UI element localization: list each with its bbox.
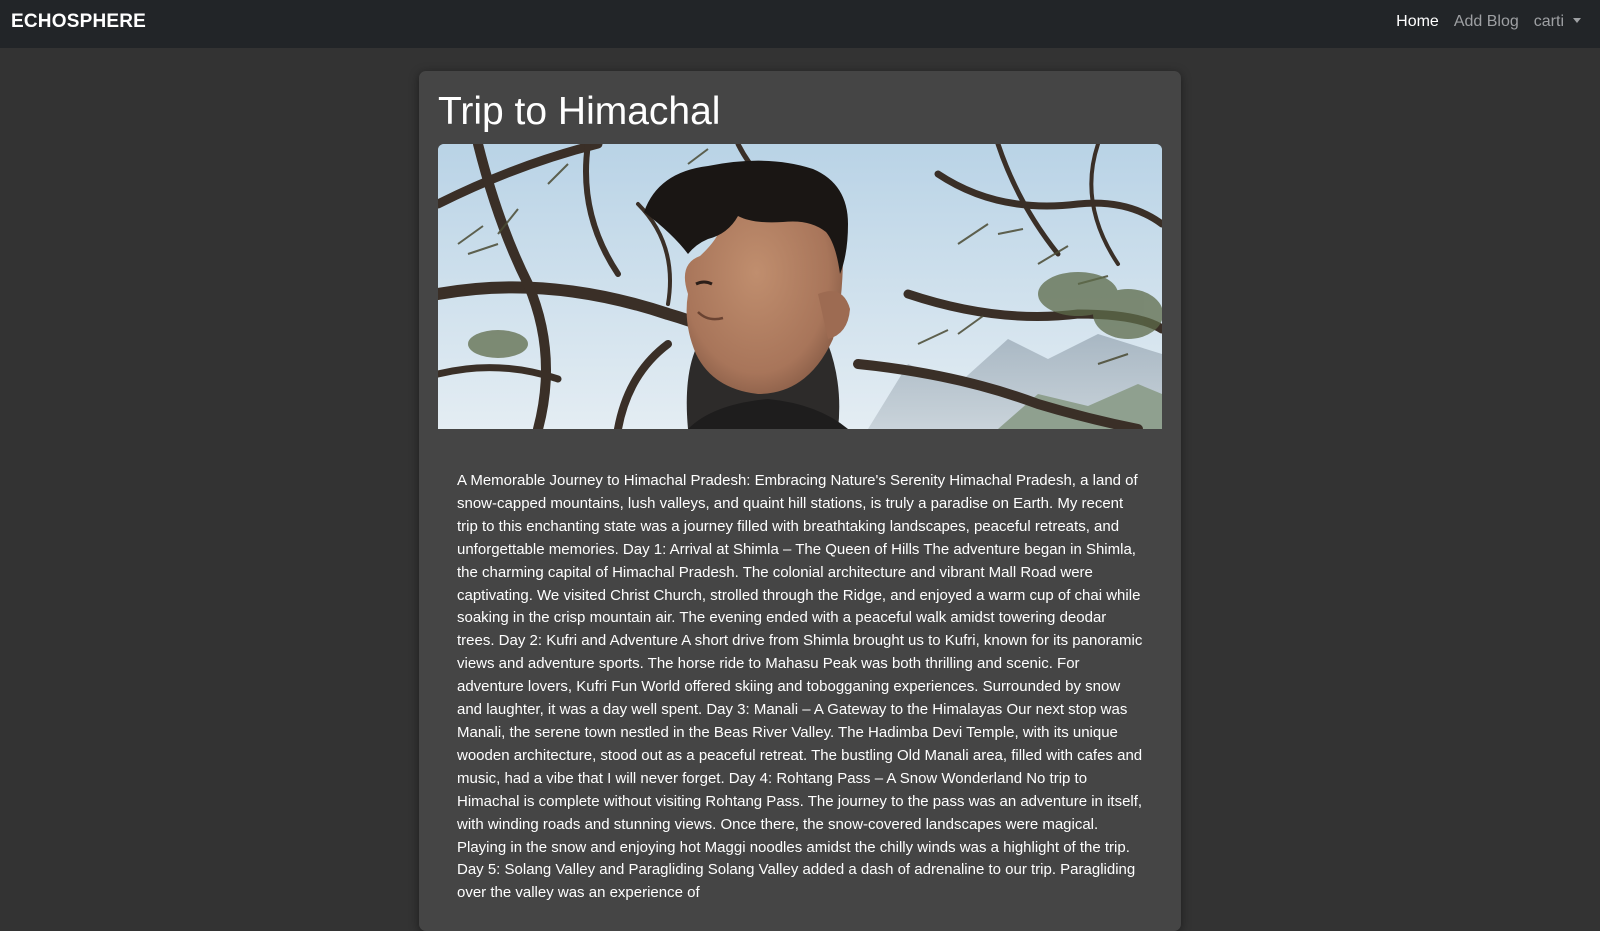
post-title: Trip to Himachal [438,90,721,133]
user-menu-dropdown[interactable]: carti [1534,13,1581,31]
nav-links: Home Add Blog carti [1381,13,1581,31]
chevron-down-icon [1573,18,1581,23]
post-body: A Memorable Journey to Himachal Pradesh:… [457,472,1143,902]
post-image [438,144,1162,429]
user-menu-label: carti [1533,13,1564,30]
navbar: ECHOSPHERE Home Add Blog carti [0,0,1600,48]
nav-home-link[interactable]: Home [1396,13,1439,31]
nav-add-blog-link[interactable]: Add Blog [1454,13,1519,31]
brand-logo[interactable]: ECHOSPHERE [11,11,146,33]
blog-post-card: Trip to Himachal A Memorable Journey to … [419,71,1181,931]
